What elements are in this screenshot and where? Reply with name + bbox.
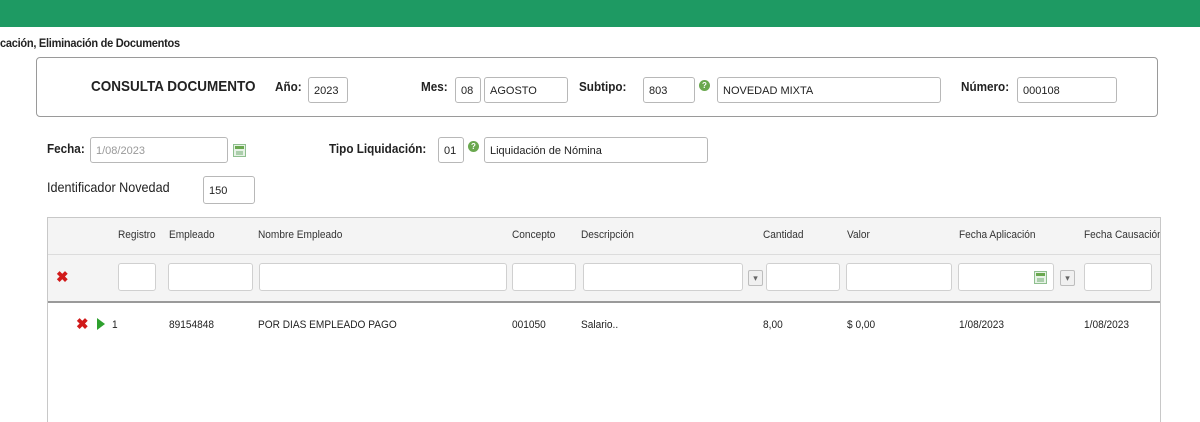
cell-registro: 1 [112,319,118,331]
column-header-concepto[interactable]: Concepto [512,229,555,241]
cell-nombre-empleado: POR DIAS EMPLEADO PAGO [258,319,397,331]
consulta-documento-panel: CONSULTA DOCUMENTO Año: 2023 Mes: 08 AGO… [36,57,1158,117]
filter-empleado-input[interactable] [168,263,253,291]
subtipo-code-input[interactable]: 803 [643,77,695,103]
filter-cantidad-input[interactable] [766,263,840,291]
column-header-fecha-aplicacion[interactable]: Fecha Aplicación [959,229,1036,241]
cell-valor: $ 0,00 [847,319,876,331]
help-icon[interactable]: ? [468,141,479,152]
filter-concepto-input[interactable] [512,263,576,291]
filter-icon[interactable]: ▾ [748,270,763,286]
delete-row-icon[interactable]: ✖ [76,315,89,333]
help-icon[interactable]: ? [699,80,710,91]
calendar-icon[interactable] [1034,271,1047,284]
column-header-descripcion[interactable]: Descripción [581,229,634,241]
filter-registro-input[interactable] [118,263,156,291]
filter-valor-input[interactable] [846,263,952,291]
column-header-cantidad[interactable]: Cantidad [763,229,804,241]
grid-header: Registro Empleado Nombre Empleado Concep… [48,218,1160,255]
fecha-label: Fecha: [47,141,85,156]
subtipo-name-input[interactable]: NOVEDAD MIXTA [717,77,941,103]
cell-cantidad: 8,00 [763,319,783,331]
cell-descripcion: Salario.. [581,319,619,331]
filter-descripcion-input[interactable] [583,263,743,291]
tipo-liquidacion-label: Tipo Liquidación: [329,141,427,156]
cell-concepto: 001050 [512,319,546,331]
cell-fecha-aplicacion: 1/08/2023 [959,319,1005,331]
column-header-registro[interactable]: Registro [118,229,156,241]
panel-title: CONSULTA DOCUMENTO [91,78,256,95]
identificador-novedad-input[interactable]: 150 [203,176,255,204]
numero-label: Número: [961,79,1010,94]
column-header-valor[interactable]: Valor [847,229,870,241]
identificador-novedad-label: Identificador Novedad [47,179,170,195]
filter-fecha-causacion-input[interactable] [1084,263,1152,291]
anio-label: Año: [275,79,302,94]
tipo-liquidacion-name-input[interactable]: Liquidación de Nómina [484,137,708,163]
column-header-fecha-causacion[interactable]: Fecha Causación [1084,229,1160,241]
calendar-icon[interactable] [233,144,246,157]
anio-input[interactable]: 2023 [308,77,348,103]
expand-row-icon[interactable] [97,318,105,330]
cell-fecha-causacion: 1/08/2023 [1084,319,1130,331]
clear-filters-icon[interactable]: ✖ [56,268,69,286]
column-header-empleado[interactable]: Empleado [169,229,215,241]
top-bar [0,0,1200,27]
filter-icon[interactable]: ▾ [1060,270,1075,286]
mes-name-input[interactable]: AGOSTO [484,77,568,103]
page-title: cación, Eliminación de Documentos [0,36,180,50]
mes-label: Mes: [421,79,448,94]
mes-code-input[interactable]: 08 [455,77,481,103]
cell-empleado: 89154848 [169,319,215,331]
documents-grid: Registro Empleado Nombre Empleado Concep… [47,217,1161,422]
filter-row: ✖ ▾ ▾ [48,255,1160,303]
subtipo-label: Subtipo: [579,79,627,94]
numero-input[interactable]: 000108 [1017,77,1117,103]
tipo-liquidacion-code-input[interactable]: 01 [438,137,464,163]
column-header-nombre-empleado[interactable]: Nombre Empleado [258,229,342,241]
fecha-input[interactable]: 1/08/2023 [90,137,228,163]
filter-nombre-input[interactable] [259,263,507,291]
